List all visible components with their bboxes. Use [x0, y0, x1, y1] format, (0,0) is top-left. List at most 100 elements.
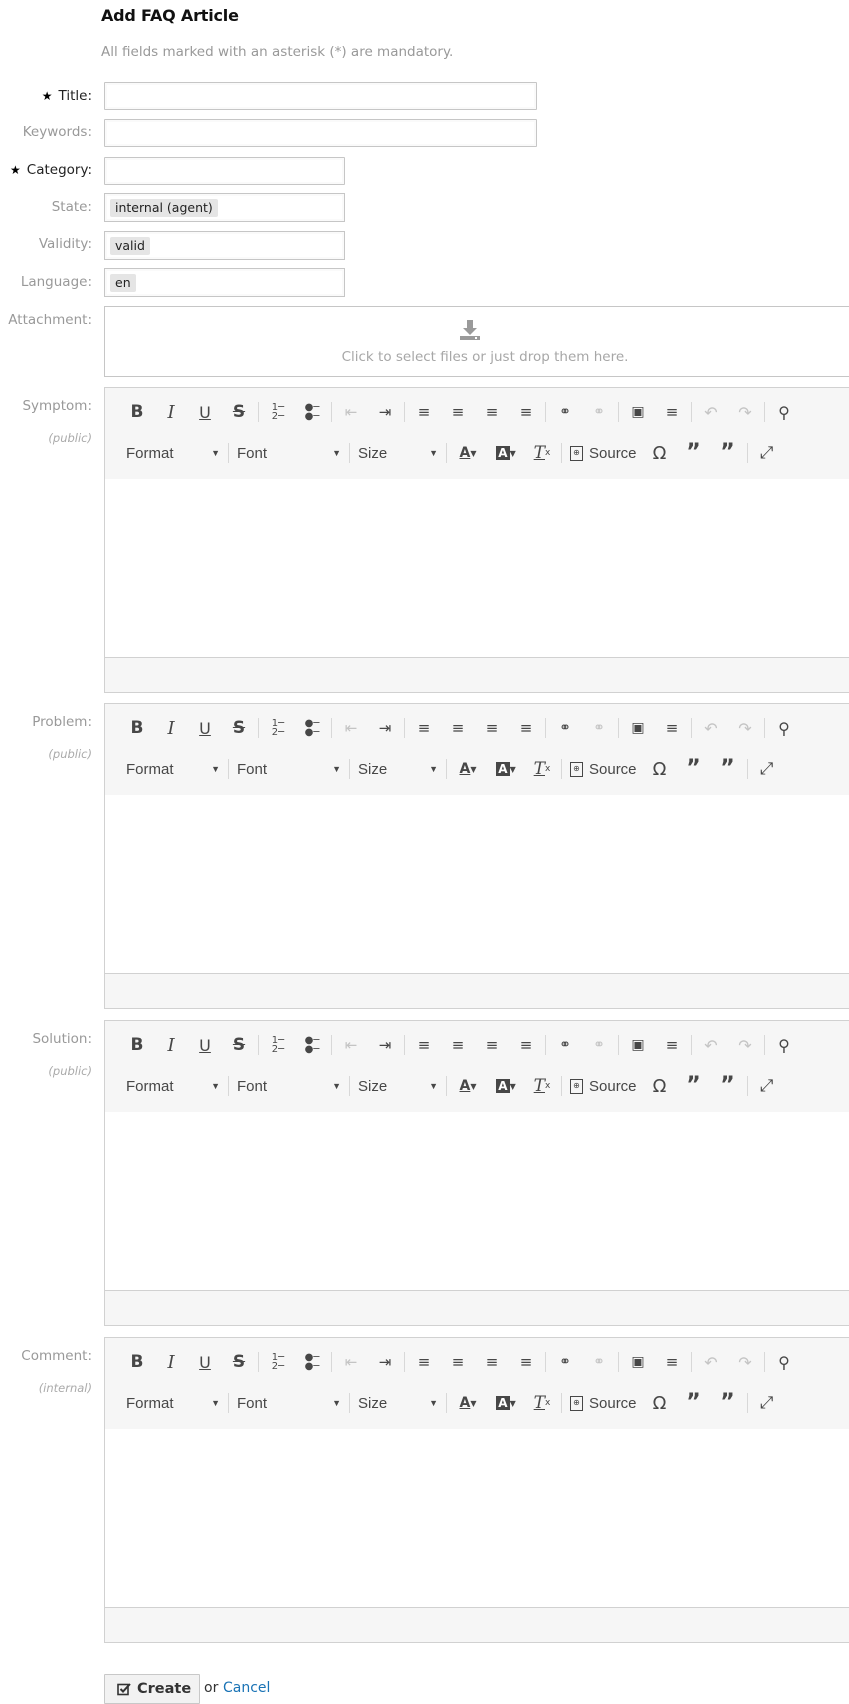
- font-combo[interactable]: Font ▼: [231, 755, 347, 783]
- indent-icon[interactable]: ⇥: [368, 1031, 402, 1059]
- horizontal-line-icon[interactable]: ≡: [655, 1031, 689, 1059]
- find-icon[interactable]: ⚲: [767, 714, 801, 742]
- special-character-icon[interactable]: Ω: [643, 1072, 677, 1100]
- text-color-icon[interactable]: A ▼: [449, 1072, 487, 1100]
- source-button[interactable]: ⊕ Source: [564, 755, 643, 783]
- title-input[interactable]: [104, 82, 537, 110]
- outdent-icon[interactable]: ⇤: [334, 714, 368, 742]
- blockquote-icon[interactable]: ”: [677, 1389, 711, 1417]
- bold-icon[interactable]: B: [120, 398, 154, 426]
- italic-icon[interactable]: I: [154, 714, 188, 742]
- remove-format-icon[interactable]: Tx: [525, 1072, 559, 1100]
- bulleted-list-icon[interactable]: ●─ ●─: [295, 1031, 329, 1059]
- text-color-icon[interactable]: A ▼: [449, 439, 487, 467]
- format-combo[interactable]: Format ▼: [120, 1389, 226, 1417]
- strikethrough-icon[interactable]: S: [222, 714, 256, 742]
- source-button[interactable]: ⊕ Source: [564, 439, 643, 467]
- numbered-list-icon[interactable]: 1─ 2─: [261, 398, 295, 426]
- unlink-icon[interactable]: ⚭: [582, 714, 616, 742]
- unlink-icon[interactable]: ⚭: [582, 1031, 616, 1059]
- align-right-icon[interactable]: ≡: [475, 398, 509, 426]
- problem-edit-area[interactable]: [105, 795, 849, 974]
- font-combo[interactable]: Font ▼: [231, 439, 347, 467]
- undo-icon[interactable]: ↶: [694, 1348, 728, 1376]
- comment-edit-area[interactable]: [105, 1429, 849, 1608]
- maximize-icon[interactable]: ⤢: [750, 439, 784, 467]
- numbered-list-icon[interactable]: 1─ 2─: [261, 1031, 295, 1059]
- redo-icon[interactable]: ↷: [728, 714, 762, 742]
- indent-icon[interactable]: ⇥: [368, 1348, 402, 1376]
- find-icon[interactable]: ⚲: [767, 398, 801, 426]
- bulleted-list-icon[interactable]: ●─ ●─: [295, 714, 329, 742]
- bold-icon[interactable]: B: [120, 1031, 154, 1059]
- outdent-icon[interactable]: ⇤: [334, 398, 368, 426]
- horizontal-line-icon[interactable]: ≡: [655, 398, 689, 426]
- format-combo[interactable]: Format ▼: [120, 1072, 226, 1100]
- remove-format-icon[interactable]: Tx: [525, 1389, 559, 1417]
- underline-icon[interactable]: U: [188, 1348, 222, 1376]
- image-icon[interactable]: ▣: [621, 398, 655, 426]
- outdent-icon[interactable]: ⇤: [334, 1348, 368, 1376]
- remove-format-icon[interactable]: Tx: [525, 755, 559, 783]
- font-combo[interactable]: Font ▼: [231, 1389, 347, 1417]
- outdent-icon[interactable]: ⇤: [334, 1031, 368, 1059]
- state-select[interactable]: internal (agent): [104, 193, 345, 222]
- attachment-dropzone[interactable]: Click to select files or just drop them …: [104, 306, 849, 377]
- justify-icon[interactable]: ≡: [509, 714, 543, 742]
- underline-icon[interactable]: U: [188, 1031, 222, 1059]
- image-icon[interactable]: ▣: [621, 714, 655, 742]
- italic-icon[interactable]: I: [154, 1348, 188, 1376]
- category-input[interactable]: [104, 157, 345, 185]
- keywords-input[interactable]: [104, 119, 537, 147]
- indent-icon[interactable]: ⇥: [368, 398, 402, 426]
- size-combo[interactable]: Size ▼: [352, 439, 444, 467]
- unlink-icon[interactable]: ⚭: [582, 398, 616, 426]
- undo-icon[interactable]: ↶: [694, 398, 728, 426]
- align-right-icon[interactable]: ≡: [475, 714, 509, 742]
- remove-quote-icon[interactable]: ”: [711, 1072, 745, 1100]
- background-color-icon[interactable]: A ▼: [487, 755, 525, 783]
- bulleted-list-icon[interactable]: ●─ ●─: [295, 1348, 329, 1376]
- source-button[interactable]: ⊕ Source: [564, 1072, 643, 1100]
- align-left-icon[interactable]: ≡: [407, 1031, 441, 1059]
- redo-icon[interactable]: ↷: [728, 1031, 762, 1059]
- undo-icon[interactable]: ↶: [694, 1031, 728, 1059]
- image-icon[interactable]: ▣: [621, 1348, 655, 1376]
- text-color-icon[interactable]: A ▼: [449, 1389, 487, 1417]
- justify-icon[interactable]: ≡: [509, 1348, 543, 1376]
- special-character-icon[interactable]: Ω: [643, 755, 677, 783]
- cancel-link[interactable]: Cancel: [223, 1680, 270, 1696]
- validity-select[interactable]: valid: [104, 231, 345, 260]
- bold-icon[interactable]: B: [120, 714, 154, 742]
- underline-icon[interactable]: U: [188, 398, 222, 426]
- size-combo[interactable]: Size ▼: [352, 755, 444, 783]
- text-color-icon[interactable]: A ▼: [449, 755, 487, 783]
- language-select[interactable]: en: [104, 268, 345, 297]
- find-icon[interactable]: ⚲: [767, 1348, 801, 1376]
- link-icon[interactable]: ⚭: [548, 398, 582, 426]
- align-center-icon[interactable]: ≡: [441, 714, 475, 742]
- horizontal-line-icon[interactable]: ≡: [655, 714, 689, 742]
- justify-icon[interactable]: ≡: [509, 398, 543, 426]
- link-icon[interactable]: ⚭: [548, 1031, 582, 1059]
- italic-icon[interactable]: I: [154, 1031, 188, 1059]
- format-combo[interactable]: Format ▼: [120, 755, 226, 783]
- font-combo[interactable]: Font ▼: [231, 1072, 347, 1100]
- remove-quote-icon[interactable]: ”: [711, 1389, 745, 1417]
- image-icon[interactable]: ▣: [621, 1031, 655, 1059]
- align-left-icon[interactable]: ≡: [407, 714, 441, 742]
- strikethrough-icon[interactable]: S: [222, 1031, 256, 1059]
- justify-icon[interactable]: ≡: [509, 1031, 543, 1059]
- maximize-icon[interactable]: ⤢: [750, 755, 784, 783]
- solution-edit-area[interactable]: [105, 1112, 849, 1291]
- find-icon[interactable]: ⚲: [767, 1031, 801, 1059]
- align-right-icon[interactable]: ≡: [475, 1348, 509, 1376]
- unlink-icon[interactable]: ⚭: [582, 1348, 616, 1376]
- background-color-icon[interactable]: A ▼: [487, 439, 525, 467]
- align-center-icon[interactable]: ≡: [441, 398, 475, 426]
- align-center-icon[interactable]: ≡: [441, 1348, 475, 1376]
- indent-icon[interactable]: ⇥: [368, 714, 402, 742]
- source-button[interactable]: ⊕ Source: [564, 1389, 643, 1417]
- blockquote-icon[interactable]: ”: [677, 755, 711, 783]
- blockquote-icon[interactable]: ”: [677, 1072, 711, 1100]
